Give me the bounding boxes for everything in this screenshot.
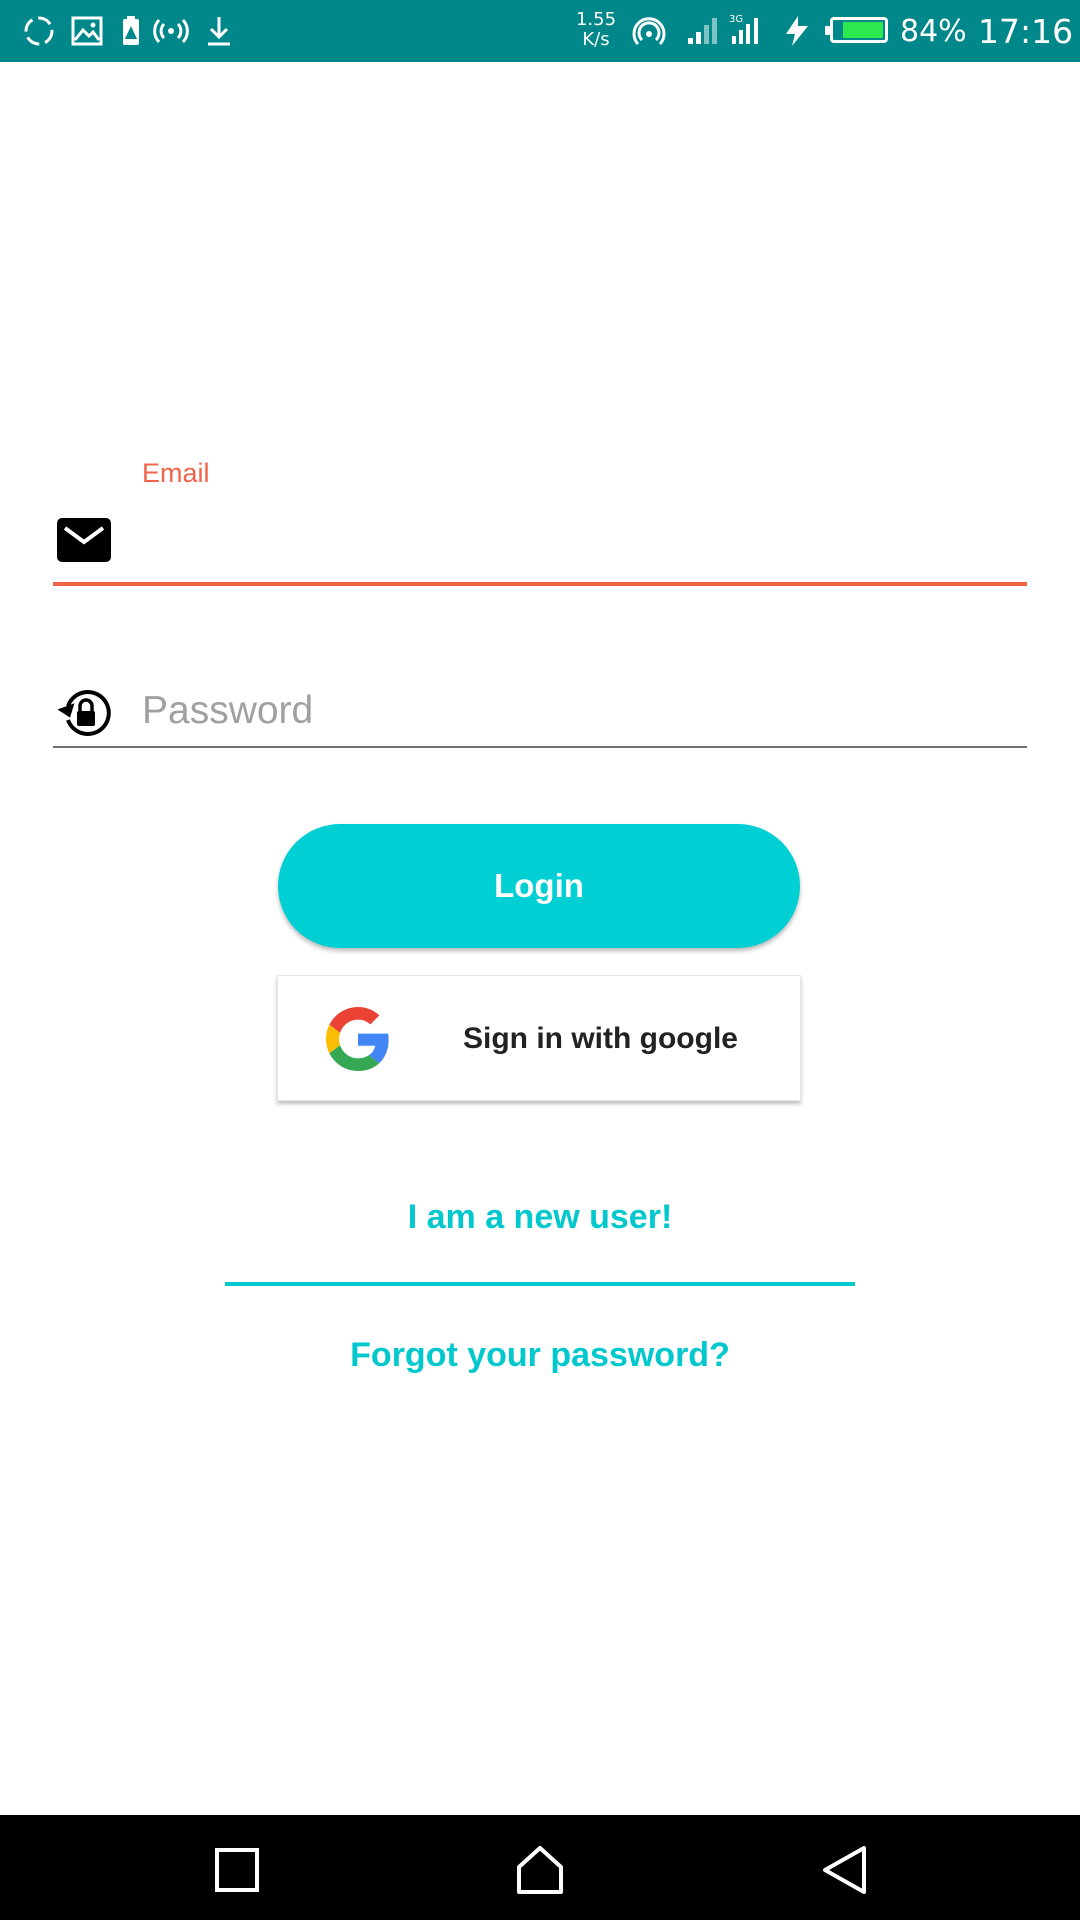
- email-input[interactable]: [142, 522, 1027, 572]
- signal-3g-icon: 3G: [729, 14, 758, 44]
- hotspot-signal-icon: [632, 17, 666, 46]
- battery-percentage: 84%: [900, 14, 967, 49]
- network-speed-value: 1.55: [575, 9, 617, 30]
- password-input[interactable]: [142, 686, 1027, 736]
- navigation-bar: [0, 1815, 1080, 1920]
- google-sign-in-label: Sign in with google: [463, 1022, 738, 1055]
- hotspot-icon: [153, 18, 189, 44]
- clock: 17:16: [978, 12, 1074, 51]
- download-icon: [208, 17, 230, 46]
- link-divider: [225, 1282, 855, 1286]
- status-bar: 1.55 K/s 3G 84% 17:16: [0, 0, 1080, 62]
- lock-reset-icon: [57, 690, 111, 736]
- email-field-row[interactable]: [53, 510, 1027, 586]
- square-icon[interactable]: [210, 1843, 264, 1897]
- mail-icon: [57, 518, 111, 562]
- image-icon: [71, 16, 103, 46]
- battery-icon: [825, 17, 888, 43]
- password-field-row[interactable]: [53, 680, 1027, 748]
- google-sign-in-button[interactable]: Sign in with google: [277, 975, 801, 1101]
- back-triangle-icon[interactable]: [818, 1843, 872, 1897]
- email-label: Email: [142, 458, 210, 488]
- home-icon[interactable]: [513, 1843, 567, 1897]
- forgot-password-link[interactable]: Forgot your password?: [0, 1336, 1080, 1375]
- signal-icon: [688, 18, 717, 44]
- network-type-label: 3G: [729, 14, 743, 25]
- google-logo-icon: [326, 1007, 389, 1071]
- battery-level: [842, 22, 883, 38]
- network-speed-unit: K/s: [582, 29, 610, 50]
- network-speed: 1.55 K/s: [570, 10, 622, 50]
- login-button[interactable]: Login: [278, 824, 800, 948]
- battery-alert-icon: [123, 16, 139, 45]
- charging-bolt-icon: [786, 16, 808, 46]
- sync-icon: [24, 16, 54, 46]
- new-user-link[interactable]: I am a new user!: [0, 1198, 1080, 1237]
